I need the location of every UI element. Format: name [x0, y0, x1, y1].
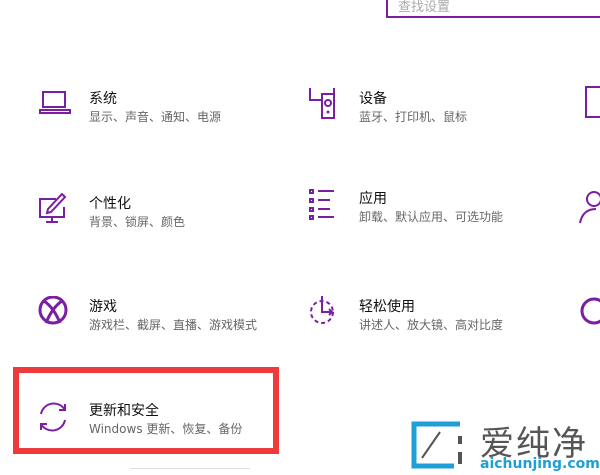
search-circle-icon [580, 297, 600, 325]
item-subtitle: 游戏栏、截屏、直播、游戏模式 [89, 318, 258, 332]
item-title: 游戏 [89, 299, 117, 315]
laptop-icon [39, 91, 71, 114]
accounts-icon [579, 191, 600, 224]
settings-item-personalization[interactable]: 个性化 背景、锁屏、颜色 [38, 193, 288, 253]
item-subtitle: 卸载、默认应用、可选功能 [359, 210, 504, 224]
search-input[interactable]: 查找设置 [386, 0, 600, 18]
phone-icon [585, 86, 600, 118]
item-subtitle: 蓝牙、打印机、鼠标 [359, 110, 468, 124]
xbox-icon [38, 296, 68, 325]
apps-list-icon [309, 189, 334, 220]
watermark-url: aichunjing.com [480, 456, 600, 472]
item-subtitle: 背景、锁屏、颜色 [89, 215, 186, 229]
item-title: 设备 [359, 91, 387, 107]
item-subtitle: 显示、声音、通知、电源 [89, 110, 222, 124]
watermark-logo: 爱纯净 aichunjing.com [410, 420, 600, 475]
personalization-icon [39, 193, 67, 223]
search-placeholder: 查找设置 [398, 0, 451, 15]
watermark-logo-icon [411, 421, 462, 469]
settings-item-devices[interactable]: 设备 蓝牙、打印机、鼠标 [308, 88, 558, 148]
settings-item-ease-of-access[interactable]: 轻松使用 讲述人、放大镜、高对比度 [308, 296, 558, 356]
settings-item-apps[interactable]: 应用 卸载、默认应用、可选功能 [308, 188, 558, 248]
item-subtitle: 讲述人、放大镜、高对比度 [359, 318, 504, 332]
settings-item-gaming[interactable]: 游戏 游戏栏、截屏、直播、游戏模式 [38, 296, 288, 356]
devices-icon [309, 88, 335, 119]
settings-item-system[interactable]: 系统 显示、声音、通知、电源 [38, 88, 288, 148]
item-title: 轻松使用 [359, 299, 415, 315]
item-title: 系统 [89, 91, 117, 107]
ease-of-access-icon [310, 296, 334, 324]
divider [130, 468, 250, 469]
item-title: 应用 [359, 191, 387, 207]
highlight-box [13, 367, 279, 454]
item-title: 个性化 [89, 196, 131, 212]
